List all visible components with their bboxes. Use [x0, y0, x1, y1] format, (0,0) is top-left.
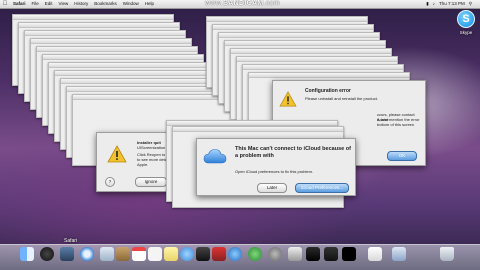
calendar-icon[interactable] — [132, 247, 146, 261]
safari-icon[interactable] — [80, 247, 94, 261]
terminal-icon[interactable] — [342, 247, 356, 261]
menu-app-name[interactable]: Safari — [10, 0, 29, 8]
contacts-icon[interactable] — [116, 247, 130, 261]
later-button[interactable]: Later — [257, 183, 287, 193]
skype-icon: S — [457, 10, 475, 28]
mission-control-icon[interactable] — [60, 247, 74, 261]
dashboard-icon[interactable] — [40, 247, 54, 261]
volume-icon[interactable]: ♪ — [433, 0, 435, 8]
installer-body-line: Apple. — [137, 162, 149, 167]
apple-logo-icon[interactable]:  — [0, 0, 10, 8]
icloud-title-line1: This Mac can't connect to iCloud because… — [235, 146, 351, 152]
menu-window[interactable]: Window — [120, 0, 142, 8]
dock — [0, 244, 480, 270]
menu-clock[interactable]: Thu 7:13 PM — [439, 0, 465, 8]
icloud-preferences-button[interactable]: iCloud Preferences... — [295, 183, 349, 193]
downloads-icon[interactable] — [392, 247, 406, 261]
icloud-icon — [203, 148, 227, 169]
ok-button[interactable]: OK — [387, 151, 417, 161]
preview-icon[interactable] — [288, 247, 302, 261]
installer-line1: UIScreenization — [137, 145, 166, 150]
document-icon[interactable] — [368, 247, 382, 261]
mail-icon[interactable] — [100, 247, 114, 261]
menu-bookmarks[interactable]: Bookmarks — [91, 0, 120, 8]
facetime-icon[interactable] — [196, 247, 210, 261]
notes-icon[interactable] — [164, 247, 178, 261]
menu-help[interactable]: Help — [142, 0, 157, 8]
icloud-error-dialog: This Mac can't connect to iCloud because… — [196, 138, 356, 196]
battery-icon[interactable]: ▮ — [426, 0, 428, 8]
watermark-suffix: .com — [263, 0, 280, 7]
config-error-title: Configuration error — [305, 88, 351, 94]
menu-view[interactable]: View — [56, 0, 72, 8]
photo-booth-icon[interactable] — [212, 247, 226, 261]
desktop:  Safari File Edit View History Bookmark… — [0, 0, 480, 270]
activity-monitor-icon[interactable] — [324, 247, 338, 261]
skype-label: Skype — [459, 30, 473, 35]
system-preferences-icon[interactable] — [268, 247, 282, 261]
recording-watermark: www.BANDICAM.com — [205, 0, 280, 8]
reminders-icon[interactable] — [148, 247, 162, 261]
icloud-title-line2: a problem with — [235, 153, 274, 159]
help-button[interactable]: ? — [105, 177, 115, 187]
watermark-prefix: www. — [205, 0, 223, 7]
skype-desktop-icon[interactable]: S Skype — [455, 10, 477, 40]
finder-icon[interactable] — [20, 247, 34, 261]
app-store-icon[interactable] — [248, 247, 262, 261]
trash-icon[interactable] — [440, 247, 454, 261]
watermark-brand: BANDICAM — [222, 0, 264, 7]
warning-icon — [107, 145, 127, 163]
ignore-button[interactable]: Ignore — [135, 177, 167, 187]
itunes-icon[interactable] — [228, 247, 242, 261]
messages-icon[interactable] — [180, 247, 194, 261]
icloud-body: Open iCloud preferences to fix this prob… — [235, 169, 314, 174]
menu-history[interactable]: History — [71, 0, 91, 8]
warning-icon — [279, 91, 297, 107]
menu-file[interactable]: File — [29, 0, 42, 8]
config-error-message: Please uninstall and reinstall the produ… — [305, 96, 378, 101]
config-error-fragment: bottom of this screen — [377, 122, 415, 127]
bandicam-icon[interactable] — [306, 247, 320, 261]
menu-edit[interactable]: Edit — [42, 0, 56, 8]
spotlight-icon[interactable]: ⚲ — [469, 0, 472, 8]
